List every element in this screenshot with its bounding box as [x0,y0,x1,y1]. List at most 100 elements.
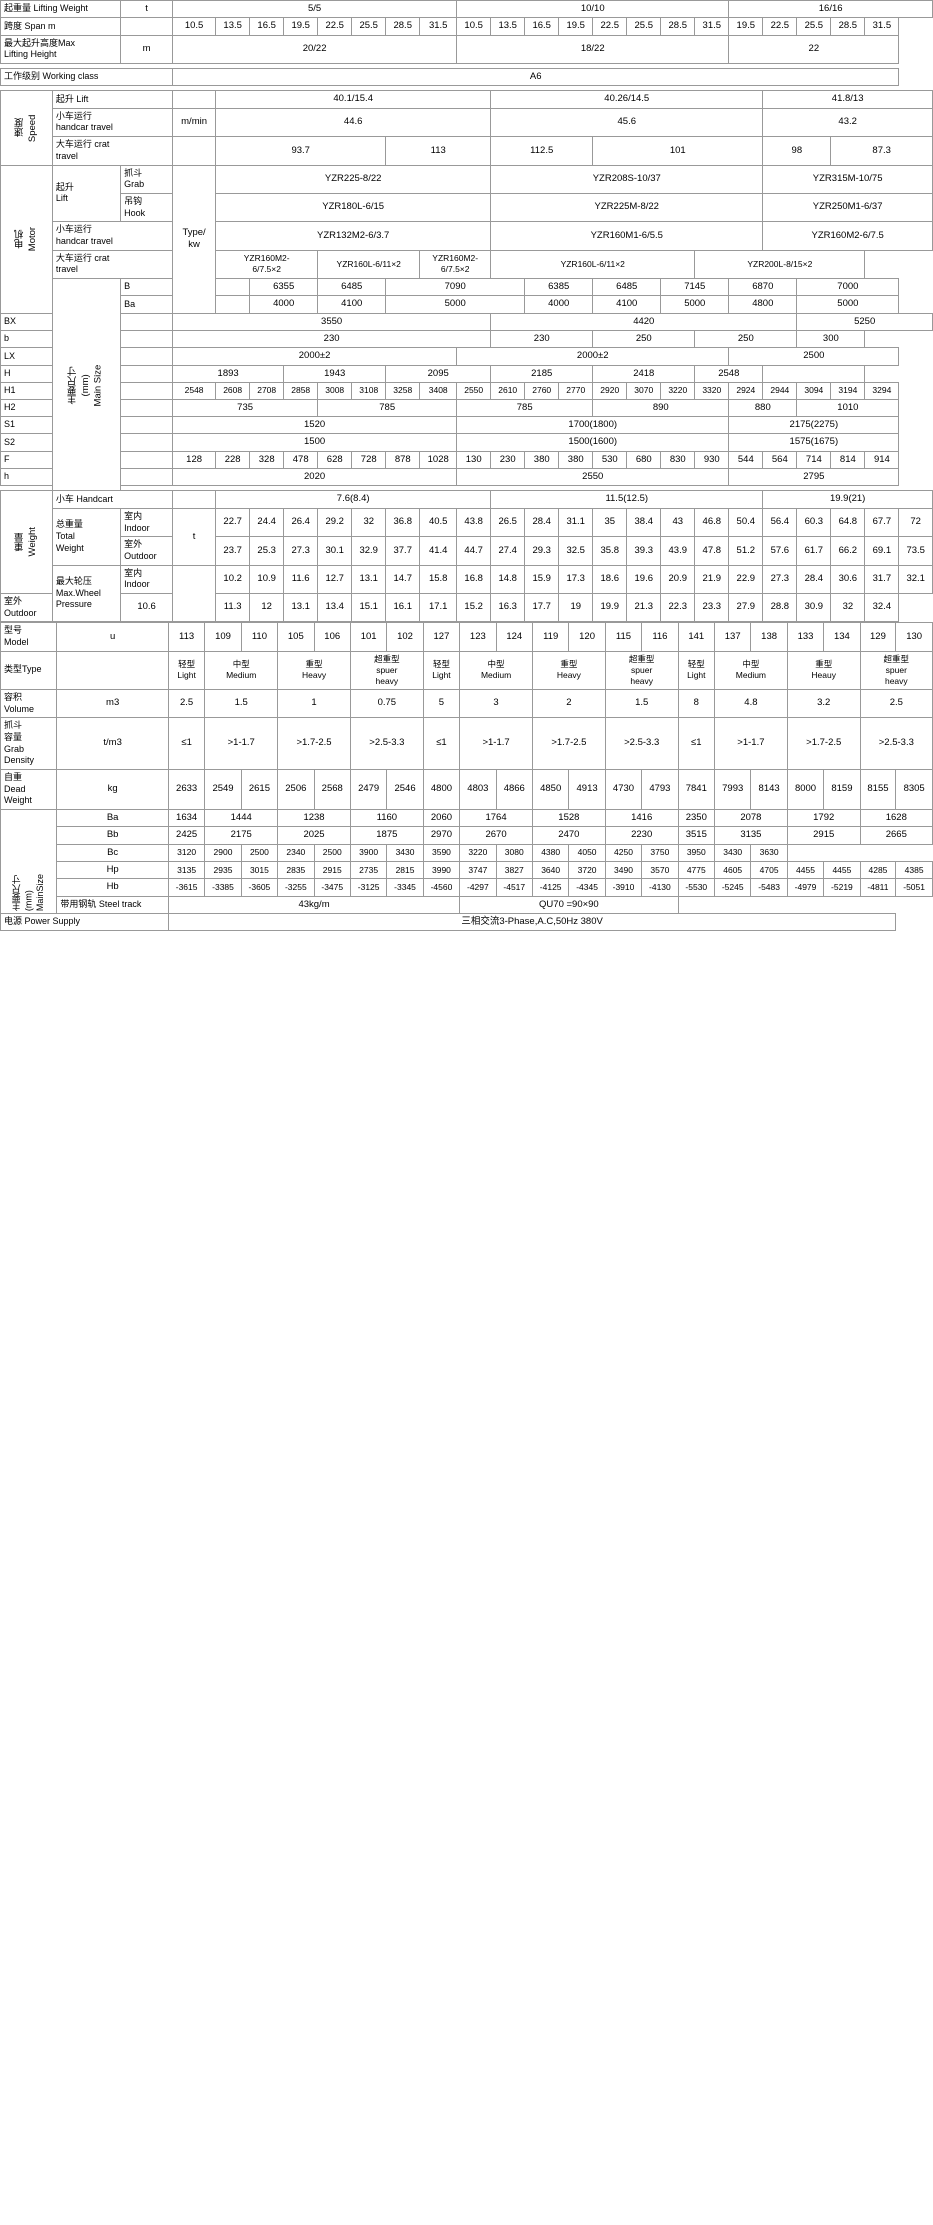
pressure-unit [173,565,216,622]
b-unit [216,279,250,296]
volume-unit: m3 [57,689,169,717]
b-val-6: 7145 [661,279,729,296]
ba-grab-label: Ba [57,810,169,827]
handcar-motor-label: 小车运行handcar travel [52,222,172,250]
lifting-weight-5-5: 5/5 [173,1,457,18]
main-size-grab-label: 主要尺寸(mm)MainSize [1,810,57,914]
grab-specs-table: 型号Model u 113 109 110 105 106 101 102 12… [0,622,933,931]
handcar-travel-label: 小车运行handcar travel [52,108,172,136]
h-small-val-10-10: 2550 [457,469,729,486]
lx-unit [121,348,173,365]
h-val-4: 2185 [491,365,593,382]
ba-unit [216,296,250,313]
h2-val-5: 880 [729,399,797,416]
hook-motor-10-10: YZR225M-8/22 [491,193,763,221]
handcart-val-5-5: 7.6(8.4) [216,491,491,508]
hook-motor-16-16: YZR250M1-6/37 [763,193,933,221]
grab-motor-16-16: YZR315M-10/75 [763,165,933,193]
handcar-motor-5-5: YZR132M2-6/3.7 [216,222,491,250]
b-small-val-16-16b: 300 [797,331,865,348]
crat-motor-5-5b: YZR160L-6/11×2 [318,250,420,278]
b-label: B [121,279,216,296]
crat-speed-5-5a: 93.7 [216,137,386,165]
bx-val-16-16: 5250 [797,313,933,330]
f-unit [121,451,173,468]
s2-val-10-10: 1500(1600) [457,434,729,451]
unit-t: t [121,1,173,18]
crat-motor-5-5a: YZR160M2-6/7.5×2 [216,250,318,278]
handcar-motor-10-10: YZR160M1-6/5.5 [491,222,763,250]
h2-val-4: 890 [593,399,729,416]
grab-motor-5-5: YZR225-8/22 [216,165,491,193]
crat-speed-10-10b: 101 [593,137,763,165]
handcart-val-16-16: 19.9(21) [763,491,933,508]
crat-speed-5-5b: 113 [386,137,491,165]
crat-travel-label: 大车运行 crattravel [52,137,172,165]
lift-speed-label: 起升 Lift [52,91,172,108]
crat-motor-label: 大车运行 crattravel [52,250,172,278]
volume-label: 容积Volume [1,689,57,717]
h2-val-6: 1010 [797,399,899,416]
b-small-val-16-16a: 250 [695,331,797,348]
grab-motor-10-10: YZR208S-10/37 [491,165,763,193]
specs-table: 起重量 Lifting Weight t 5/5 10/10 16/16 跨度 … [0,0,933,622]
h-val-3: 2095 [386,365,491,382]
s2-unit [121,434,173,451]
lifting-weight-10-10: 10/10 [457,1,729,18]
s1-val-10-10: 1700(1800) [457,417,729,434]
weight-label: 重量Weight [1,491,53,593]
ba-val-7: 4800 [729,296,797,313]
span-unit [121,18,173,35]
height-5-5: 20/22 [173,35,457,63]
b-val-1: 6355 [250,279,318,296]
crat-speed-16-16b: 87.3 [831,137,933,165]
handcart-unit [173,491,216,508]
bc-grab-label: Bc [57,844,169,861]
h2-unit [121,399,173,416]
h2-val-2: 785 [318,399,457,416]
h-val-6: 2548 [695,365,763,382]
max-wheel-pressure-label: 最大轮压Max.WheelPressure [52,565,120,622]
h-small-val-16-16: 2795 [729,469,899,486]
s2-val-5-5: 1500 [173,434,457,451]
b-small-val-10-10a: 230 [491,331,593,348]
b-val-7: 6870 [729,279,797,296]
ba-val-6: 5000 [661,296,729,313]
crat-speed-10-10a: 112.5 [491,137,593,165]
bx-val-5-5: 3550 [173,313,491,330]
s2-val-16-16: 1575(1675) [729,434,899,451]
type-unit [57,651,169,689]
outdoor-label: 室外Outdoor [121,537,173,565]
ba-val-1: 4000 [250,296,318,313]
span-label: 跨度 Span m [1,18,121,35]
crat-speed-16-16a: 98 [763,137,831,165]
lx-val-5-5: 2000±2 [173,348,457,365]
lx-val-10-10: 2000±2 [457,348,729,365]
handcar-motor-16-16: YZR160M2-6/7.5 [763,222,933,250]
handcart-label: 小车 Handcart [52,491,172,508]
indoor-label: 室内Indoor [121,508,173,536]
ba-val-3: 5000 [386,296,525,313]
h-small-val-5-5: 2020 [173,469,457,486]
main-size-outer-label: 主要尺寸(mm)Main Size [52,279,120,491]
s1-unit [121,417,173,434]
b-val-5: 6485 [593,279,661,296]
crat-motor-16-16: YZR200L-8/15×2 [695,250,865,278]
b-small-val-10-10b: 250 [593,331,695,348]
b-val-3: 7090 [386,279,525,296]
steel-track-val-left: 43kg/m [168,896,459,913]
type-label: 类型Type [1,651,57,689]
b-small-val-5-5: 230 [173,331,491,348]
h1-unit [121,383,173,400]
handcar-unit: m/min [173,108,216,136]
outdoor-pressure-label: 室外Outdoor [1,593,53,621]
s1-val-16-16: 2175(2275) [729,417,899,434]
h-unit [121,365,173,382]
handcar-speed-10-10: 45.6 [491,108,763,136]
b-val-8: 7000 [797,279,899,296]
handcart-val-10-10: 11.5(12.5) [491,491,763,508]
dead-weight-unit: kg [57,769,169,809]
height-10-10: 18/22 [457,35,729,63]
ba-val-4: 4000 [525,296,593,313]
working-class-label: 工作级别 Working class [1,69,173,86]
